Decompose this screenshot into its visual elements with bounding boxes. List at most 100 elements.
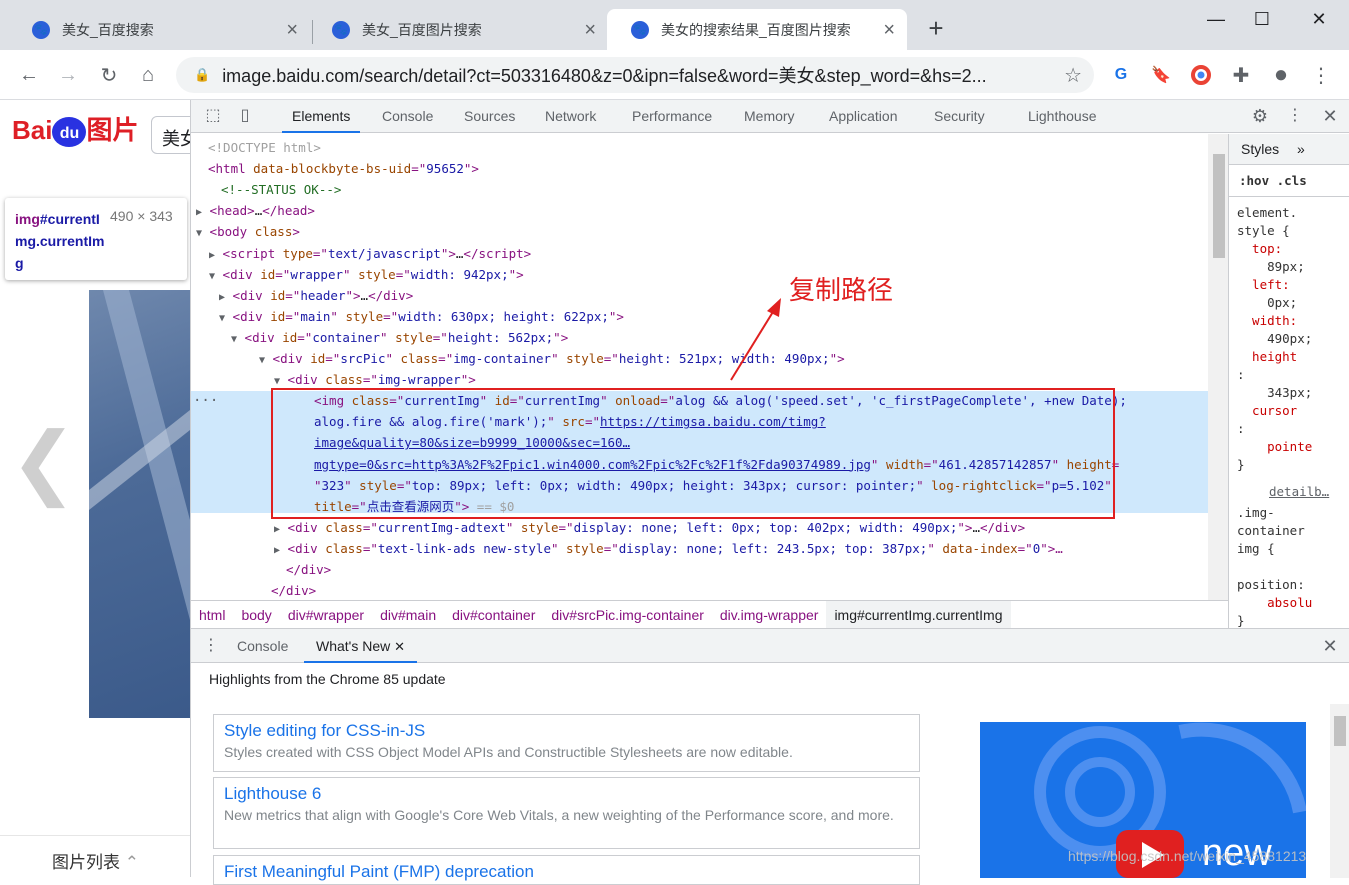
close-tab-icon[interactable]: × bbox=[883, 20, 895, 40]
profile-icon[interactable]: ● bbox=[1268, 61, 1294, 88]
style-rule-line[interactable]: container bbox=[1237, 522, 1305, 540]
breadcrumb-item[interactable]: div#srcPic.img-container bbox=[543, 601, 712, 629]
style-rule-line[interactable]: element. bbox=[1237, 204, 1297, 222]
style-rule-line[interactable]: .img- bbox=[1237, 504, 1275, 522]
tab-lighthouse[interactable]: Lighthouse bbox=[1028, 100, 1097, 133]
drawer-menu-icon[interactable]: ⋮ bbox=[201, 636, 221, 656]
dom-tree-line[interactable]: ▼ <div id="main" style="width: 630px; he… bbox=[191, 306, 1228, 327]
style-rule-line[interactable]: absolu bbox=[1237, 594, 1312, 612]
prev-image-icon[interactable]: ❮ bbox=[10, 415, 77, 508]
node-actions-icon[interactable]: ··· bbox=[193, 392, 218, 410]
elements-tree[interactable]: <!DOCTYPE html> <html data-blockbyte-bs-u… bbox=[191, 134, 1228, 600]
close-tab-icon[interactable]: × bbox=[286, 20, 298, 40]
whats-new-card[interactable]: First Meaningful Paint (FMP) deprecation bbox=[213, 855, 920, 885]
style-rule-line[interactable]: pointe bbox=[1237, 438, 1312, 456]
drawer-tab-console[interactable]: Console bbox=[237, 629, 288, 663]
image-list-link[interactable]: 图片列表 bbox=[52, 853, 120, 872]
dom-tree-line[interactable]: <html data-blockbyte-bs-uid="95652"> bbox=[191, 158, 1228, 179]
bookmark-star-icon[interactable]: ☆ bbox=[1064, 63, 1082, 88]
close-devtools-icon[interactable]: ✕ bbox=[1320, 106, 1340, 126]
forward-icon[interactable]: → bbox=[55, 62, 81, 88]
tab-elements[interactable]: Elements bbox=[282, 100, 361, 133]
dom-tree-line[interactable]: ▼ <div id="container" style="height: 562… bbox=[191, 327, 1228, 348]
tab-sources[interactable]: Sources bbox=[464, 100, 515, 133]
dom-tree-line[interactable]: ▼ <body class> bbox=[191, 221, 1228, 242]
url-text[interactable]: image.baidu.com/search/detail?ct=5033164… bbox=[222, 62, 1052, 88]
style-rule-line[interactable]: : bbox=[1237, 420, 1245, 438]
new-tab-button[interactable]: + bbox=[913, 13, 959, 43]
breadcrumb-item[interactable]: div#main bbox=[372, 601, 444, 629]
style-rule-line[interactable]: 343px; bbox=[1237, 384, 1312, 402]
breadcrumb-item[interactable]: div#wrapper bbox=[280, 601, 372, 629]
minimize-button[interactable]: — bbox=[1193, 4, 1239, 34]
style-rule-line[interactable]: } bbox=[1237, 456, 1245, 474]
address-bar[interactable]: 🔒 image.baidu.com/search/detail?ct=50331… bbox=[176, 57, 1094, 93]
close-window-button[interactable]: ✕ bbox=[1296, 4, 1342, 34]
breadcrumb-item[interactable]: div.img-wrapper bbox=[712, 601, 827, 629]
translate-icon[interactable]: G bbox=[1108, 62, 1134, 88]
tab-3-active[interactable]: 🐾 美女的搜索结果_百度图片搜索 × bbox=[607, 9, 907, 50]
tab-2[interactable]: 🐾 美女_百度图片搜索 × bbox=[308, 9, 608, 50]
style-rule-line[interactable]: width: bbox=[1237, 312, 1297, 330]
style-rule-line[interactable]: style { bbox=[1237, 222, 1290, 240]
style-rule-line[interactable]: 490px; bbox=[1237, 330, 1312, 348]
breadcrumb-item[interactable]: div#container bbox=[444, 601, 543, 629]
dom-tree-line[interactable]: ▶ <div id="header">…</div> bbox=[191, 285, 1228, 306]
dom-tree-line[interactable]: ▶ <head>…</head> bbox=[191, 200, 1228, 221]
settings-gear-icon[interactable]: ⚙ bbox=[1250, 106, 1270, 126]
tab-application[interactable]: Application bbox=[829, 100, 898, 133]
dom-tree-line[interactable]: ▼ <div id="wrapper" style="width: 942px;… bbox=[191, 264, 1228, 285]
reload-icon[interactable]: ↻ bbox=[96, 62, 122, 88]
whats-new-card[interactable]: Style editing for CSS-in-JS Styles creat… bbox=[213, 714, 920, 772]
baidu-logo[interactable]: Bai du 图片 bbox=[12, 110, 138, 148]
dom-tree-line[interactable]: ▶ <div class="text-link-ads new-style" s… bbox=[191, 538, 1228, 559]
tab-console[interactable]: Console bbox=[382, 100, 433, 133]
style-rule-line[interactable]: 0px; bbox=[1237, 294, 1297, 312]
tab-memory[interactable]: Memory bbox=[744, 100, 795, 133]
dom-tree-line[interactable]: ▶ <div class="currentImg-adtext" style="… bbox=[191, 517, 1228, 538]
maximize-button[interactable]: ☐ bbox=[1239, 4, 1285, 34]
style-rule-line[interactable]: top: bbox=[1237, 240, 1282, 258]
style-rule-line[interactable]: position: bbox=[1237, 576, 1305, 594]
tab-performance[interactable]: Performance bbox=[632, 100, 712, 133]
drawer-tab-whats-new[interactable]: What's New ✕ bbox=[304, 629, 418, 663]
dom-tree-line[interactable]: ▼ <div class="img-wrapper"> bbox=[191, 369, 1228, 390]
breadcrumb-item[interactable]: img#currentImg.currentImg bbox=[826, 601, 1011, 629]
style-rule-line[interactable]: left: bbox=[1237, 276, 1290, 294]
drawer-scrollbar[interactable] bbox=[1330, 704, 1349, 878]
device-toolbar-icon[interactable]: ▯ bbox=[235, 106, 255, 126]
more-options-icon[interactable]: ⋮ bbox=[1285, 106, 1305, 126]
dom-tree-line[interactable]: <!DOCTYPE html> bbox=[191, 137, 1228, 158]
tab-network[interactable]: Network bbox=[545, 100, 596, 133]
breadcrumb-item[interactable]: html bbox=[191, 601, 233, 629]
styles-filter[interactable]: :hov .cls bbox=[1229, 165, 1349, 197]
more-tabs-icon[interactable]: » bbox=[1297, 141, 1305, 157]
style-rule-line[interactable]: img { bbox=[1237, 540, 1275, 558]
tab-styles[interactable]: Styles bbox=[1241, 141, 1279, 157]
dom-tree-line[interactable]: </div> bbox=[191, 559, 1228, 580]
style-rule-line[interactable]: 89px; bbox=[1237, 258, 1305, 276]
dom-tree-line[interactable]: ▼ <div id="srcPic" class="img-container"… bbox=[191, 348, 1228, 369]
inspect-element-icon[interactable]: ⬚ bbox=[203, 106, 223, 126]
extensions-puzzle-icon[interactable]: ✚ bbox=[1228, 62, 1254, 88]
breadcrumb-item[interactable]: body bbox=[233, 601, 279, 629]
bookmark-icon[interactable]: 🔖 bbox=[1148, 62, 1174, 88]
elements-scrollbar[interactable] bbox=[1208, 134, 1228, 600]
close-tab-icon[interactable]: × bbox=[584, 20, 596, 40]
tab-1[interactable]: 🐾 美女_百度搜索 × bbox=[8, 9, 310, 50]
back-icon[interactable]: ← bbox=[16, 62, 42, 88]
close-drawer-icon[interactable]: ✕ bbox=[1320, 636, 1340, 656]
tab-security[interactable]: Security bbox=[934, 100, 985, 133]
style-rule-line[interactable]: : bbox=[1237, 366, 1245, 384]
dom-tree-line[interactable]: ▶ <script type="text/javascript">…</scri… bbox=[191, 243, 1228, 264]
chrome-extension-icon[interactable] bbox=[1188, 62, 1214, 88]
style-rule-line[interactable]: height bbox=[1237, 348, 1297, 366]
whats-new-card[interactable]: Lighthouse 6 New metrics that align with… bbox=[213, 777, 920, 849]
dom-tree-line[interactable]: </div> bbox=[191, 580, 1228, 600]
menu-kebab-icon[interactable]: ⋮ bbox=[1308, 62, 1334, 88]
selected-image[interactable] bbox=[89, 290, 190, 718]
style-source-link[interactable]: detailb… bbox=[1269, 484, 1329, 499]
home-icon[interactable]: ⌂ bbox=[135, 62, 161, 88]
style-rule-line[interactable]: cursor bbox=[1237, 402, 1297, 420]
dom-tree-line[interactable]: <!--STATUS OK--> bbox=[191, 179, 1228, 200]
